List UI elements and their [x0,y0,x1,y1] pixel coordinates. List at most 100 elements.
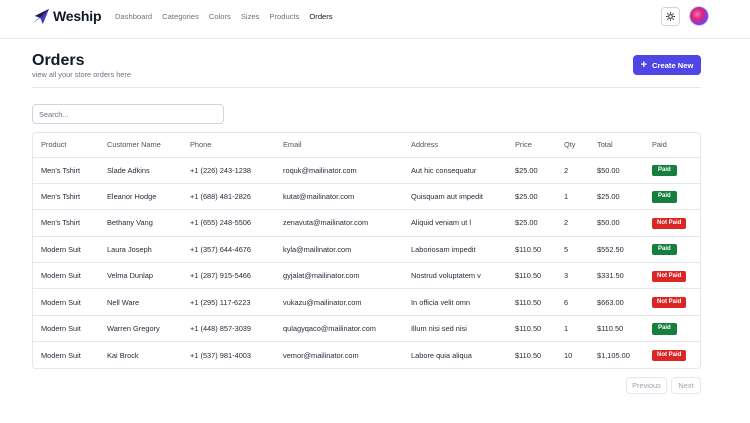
cell-customer-name: Velma Dunlap [99,262,182,290]
nav-item-products[interactable]: Products [269,12,299,21]
cell-phone: +1 (448) 857-3039 [182,315,275,343]
nav-item-orders[interactable]: Orders [309,12,332,21]
cell-qty: 1 [556,183,589,211]
create-new-label: Create New [652,60,694,70]
theme-toggle-button[interactable] [661,7,680,26]
table-row[interactable]: Modern Suit Nell Ware +1 (295) 117-6223 vuk… [33,288,700,316]
cell-product: Modern Suit [33,288,99,316]
cell-product: Men's Tshirt [33,209,99,237]
cell-address: Quisquam aut impedit [403,183,507,211]
cell-paid: Not Paid [644,209,700,237]
cell-qty: 3 [556,262,589,290]
table-header-row: Product Customer Name Phone Email Addres… [33,133,700,158]
cell-qty: 6 [556,288,589,316]
cell-customer-name: Laura Joseph [99,236,182,264]
cell-phone: +1 (357) 644-4676 [182,236,275,264]
table-row[interactable]: Modern Suit Laura Joseph +1 (357) 644-4676… [33,236,700,264]
nav-item-categories[interactable]: Categories [162,12,199,21]
cell-address: Illum nisi sed nisi [403,315,507,343]
cell-phone: +1 (295) 117-6223 [182,288,275,316]
nav-item-colors[interactable]: Colors [209,12,231,21]
cell-price: $25.00 [507,209,556,237]
column-header-paid[interactable]: Paid [644,133,700,158]
cell-customer-name: Kai Brock [107,350,139,360]
cell-qty: 1 [556,315,589,343]
cell-customer-name: Warren Gregory [99,315,182,343]
column-header-phone[interactable]: Phone [182,133,275,158]
cell-phone: +1 (688) 481-2826 [182,183,275,211]
cell-paid: Paid [644,157,700,184]
not-paid-status-badge: Not Paid [652,217,687,230]
column-header-email[interactable]: Email [275,133,403,158]
cell-paid: Not Paid [644,262,700,290]
cell-price: $110.50 [507,288,556,316]
cell-email: vemor@mailinator.com [283,350,359,360]
cell-paid: Paid [644,315,700,343]
table-row[interactable]: Men's Tshirt Eleanor Hodge +1 (688) 481-28… [33,183,700,211]
table-row[interactable]: Modern Suit Velma Dunlap +1 (287) 915-5466… [33,262,700,290]
table-row[interactable]: Modern Suit Kai Brock +1 (537) 981-4003 vem… [33,342,700,368]
brand-name: Weship [53,8,102,24]
top-navbar: Weship Dashboard Categories Colors Sizes… [0,0,750,39]
cell-address: Aliquid veniam ut l [403,209,507,237]
cell-customer-name: Bethany Vang [99,209,182,237]
search-input[interactable] [32,104,224,124]
nav-item-sizes[interactable]: Sizes [241,12,260,21]
nav-item-dashboard[interactable]: Dashboard [115,12,152,21]
plus-icon: + [640,58,648,71]
cell-product: Modern Suit [33,315,99,343]
main-nav: Dashboard Categories Colors Sizes Produc… [115,12,343,21]
cell-address: Nostrud voluptatem v [403,262,507,290]
cell-qty: 10 [564,350,573,360]
cell-address: Aut hic consequatur [403,157,507,184]
table-row[interactable]: Modern Suit Warren Gregory +1 (448) 857-30… [33,315,700,343]
cell-address: Laboriosam impedit [403,236,507,264]
cell-total: $25.00 [589,183,644,211]
cell-price: $25.00 [507,157,556,184]
cell-email: qulagyqaco@mailinator.com [275,315,403,343]
not-paid-status-badge: Not Paid [652,270,687,282]
cell-product: Men's Tshirt [33,183,99,211]
cell-price: $110.50 [507,315,556,343]
previous-page-button[interactable]: Previous [626,377,667,394]
table-row[interactable]: Men's Tshirt Bethany Vang +1 (655) 248-550… [33,209,700,237]
cell-total: $331.50 [589,262,644,290]
paid-status-badge: Paid [652,165,677,177]
cell-qty: 2 [556,157,589,184]
user-avatar[interactable] [689,6,709,26]
column-header-price[interactable]: Price [507,133,556,158]
cell-price: $110.50 [507,236,556,264]
cell-paid: Not Paid [644,288,700,316]
table-row[interactable]: Men's Tshirt Slade Adkins +1 (226) 243-123… [33,157,700,184]
cell-address: In officia velit omn [403,288,507,316]
cell-price: $110.50 [507,262,556,290]
column-header-address[interactable]: Address [403,133,507,158]
page-title: Orders [32,52,85,69]
cell-qty: 2 [556,209,589,237]
create-new-button[interactable]: + Create New [633,55,701,75]
paid-status-badge: Paid [652,244,677,256]
column-header-total[interactable]: Total [589,133,644,158]
cell-phone: +1 (226) 243-1238 [182,157,275,184]
cell-customer-name: Nell Ware [99,288,182,316]
cell-paid: Not Paid [644,342,700,368]
cell-email: zenavuta@mailinator.com [275,209,403,237]
cell-email: kutat@mailinator.com [275,183,403,211]
next-page-button[interactable]: Next [671,377,701,394]
not-paid-status-badge: Not Paid [652,350,687,362]
column-header-customer-name[interactable]: Customer Name [99,133,182,158]
brand[interactable]: Weship [32,7,102,25]
not-paid-status-badge: Not Paid [652,297,687,309]
paid-status-badge: Paid [652,191,677,203]
column-header-qty[interactable]: Qty [556,133,589,158]
orders-table: Product Customer Name Phone Email Addres… [33,133,700,368]
cell-product: Modern Suit [33,236,99,264]
sun-icon [666,12,675,21]
cell-paid: Paid [644,183,700,211]
page-subtitle: view all your store orders here [32,70,131,79]
cell-email: roquk@mailinator.com [275,157,403,184]
cell-email: vukazu@mailinator.com [275,288,403,316]
column-header-product[interactable]: Product [33,133,99,158]
cell-customer-name: Slade Adkins [99,157,182,184]
cell-product: Modern Suit [41,350,81,360]
